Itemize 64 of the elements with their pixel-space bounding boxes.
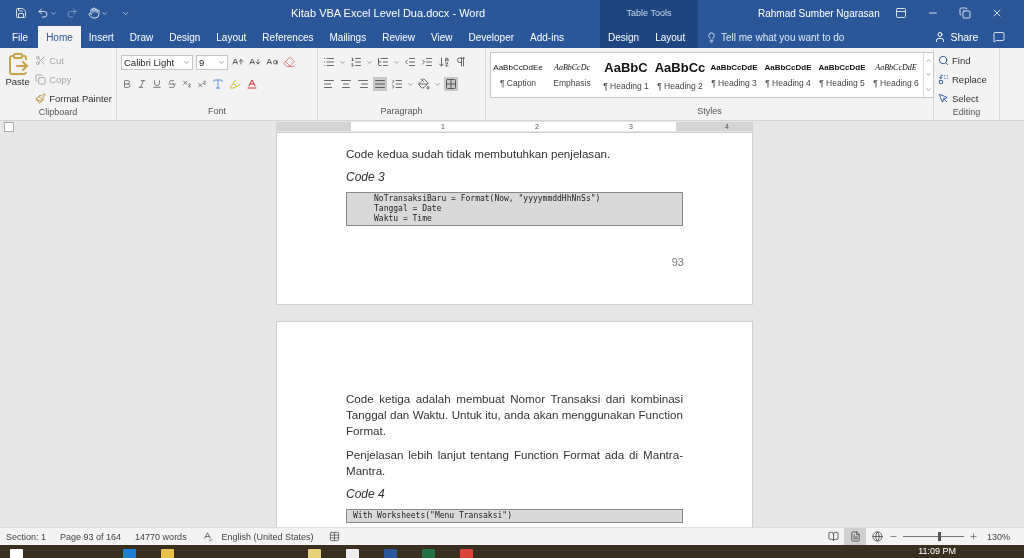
clock[interactable]: 11:09 PM — [918, 545, 956, 557]
ribbon-tab[interactable]: Design — [600, 26, 648, 48]
page-indicator[interactable]: Page 93 of 164 — [60, 531, 122, 542]
group-label: Editing — [951, 107, 982, 119]
body-paragraph: Code ketiga adalah membuat Nomor Transaksi dari kombinasi Tanggal dan Waktu. Untuk itu, anda akan menggunakan Function Format. — [346, 391, 683, 439]
style-preview[interactable]: AaBbCcDc — [554, 62, 590, 72]
account-name[interactable]: Rahmad Sumber Ngarasan — [758, 7, 880, 19]
style-preview[interactable]: AaBbCcDdE — [710, 62, 758, 72]
code-line: With Worksheets("Menu Transaksi") — [353, 511, 513, 521]
zoom-percent[interactable]: 130% — [986, 531, 1010, 542]
font-size-field[interactable]: 9 — [196, 54, 228, 70]
ribbon-tab[interactable]: Layout — [647, 26, 694, 48]
ribbon-tab[interactable]: Review — [374, 26, 423, 48]
group-label: Paragraph — [379, 106, 424, 118]
code-caption: Code 4 — [346, 487, 386, 501]
style-preview[interactable]: AaBbCcDdE — [764, 62, 812, 72]
editing-button[interactable]: Replace — [938, 71, 987, 88]
font-name-field[interactable]: Calibri Light — [121, 54, 193, 70]
style-name[interactable]: Emphasis — [553, 77, 591, 88]
word-count[interactable]: 14770 words — [135, 531, 187, 542]
ribbon-tab[interactable]: Mailings — [321, 26, 375, 48]
style-preview[interactable]: AaBbC — [604, 59, 648, 75]
style-preview[interactable]: AaBbCcDdE — [818, 62, 866, 72]
style-preview[interactable]: AaBbCc — [654, 59, 706, 75]
language-indicator[interactable]: English (United States) — [221, 531, 314, 542]
share-button[interactable]: Share — [934, 31, 979, 43]
code-line: Waktu = Time — [374, 214, 433, 224]
ribbon-tab[interactable]: Developer — [460, 26, 523, 48]
ribbon-tab[interactable]: Draw — [121, 26, 162, 48]
code-line: Tanggal = Date — [374, 204, 443, 214]
style-name[interactable]: ¶ Caption — [499, 77, 537, 88]
style-name[interactable]: ¶ Heading 6 — [873, 77, 919, 88]
style-preview[interactable]: AaBbCcDdE — [875, 62, 917, 72]
editing-button[interactable]: Select — [938, 90, 987, 107]
style-name[interactable]: ¶ Heading 5 — [819, 77, 865, 88]
ribbon-tab[interactable]: References — [254, 26, 322, 48]
style-name[interactable]: ¶ Heading 3 — [711, 77, 757, 88]
style-name[interactable]: ¶ Heading 1 — [603, 80, 649, 91]
editing-button[interactable]: Find — [938, 52, 987, 69]
ribbon-tab[interactable]: Add-ins — [522, 26, 572, 48]
style-name[interactable]: ¶ Heading 4 — [765, 77, 811, 88]
style-preview[interactable]: AaBbCcDdEe — [493, 62, 543, 72]
clipboard-action[interactable]: Format Painter — [35, 90, 112, 107]
group-label: Styles — [696, 106, 723, 118]
contextual-group-title: Table Tools — [625, 8, 673, 18]
code-caption: Code 3 — [346, 170, 386, 184]
group-label: Clipboard — [37, 107, 79, 119]
ribbon-tab[interactable]: View — [422, 26, 461, 48]
code-line: NoTransaksiBaru = Format(Now, "yyyymmddHhNnSs") — [374, 194, 602, 204]
section-indicator[interactable]: Section: 1 — [6, 531, 47, 542]
ribbon-tab[interactable]: Design — [161, 26, 209, 48]
style-name[interactable]: ¶ Heading 2 — [657, 80, 703, 91]
body-paragraph: Code kedua sudah tidak membutuhkan penjelasan. — [346, 146, 612, 162]
ribbon-tab[interactable]: Insert — [80, 26, 122, 48]
ribbon-tab[interactable]: Home — [38, 26, 81, 48]
body-paragraph: Penjelasan lebih lanjut tentang Function Format ada di Mantra-Mantra. — [346, 447, 683, 479]
ribbon-tab[interactable]: File — [4, 26, 37, 48]
ribbon-tab[interactable]: Layout — [208, 26, 255, 48]
tell-me-field[interactable]: Tell me what you want to do — [706, 31, 845, 43]
group-label: Font — [207, 106, 227, 118]
window-title: Kitab VBA Excel Level Dua.docx - Word — [291, 7, 486, 19]
styles-gallery[interactable]: AaBbCcDdEe ¶ Caption AaBbCcDc Emphasis AaBbC ¶ Heading 1 AaBbCc ¶ Heading 2 AaBbCcDdE ¶ Heading 3 AaBbCcDdE ¶ Heading 4 AaBbCcDdE ¶ Heading 5 AaBbCcDdE ¶ Heading 6 — [490, 52, 934, 98]
page-number: 93 — [671, 256, 684, 268]
paste-button[interactable]: Paste — [4, 52, 32, 107]
